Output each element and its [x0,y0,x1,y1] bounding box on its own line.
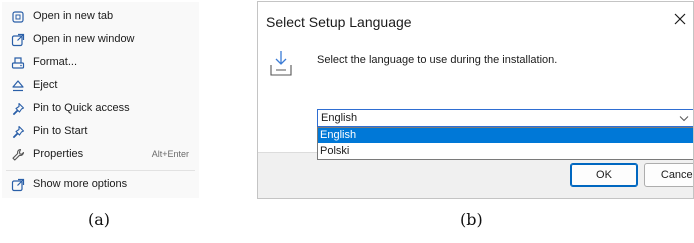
selected-language: English [321,112,358,124]
menu-item-show-more-options[interactable]: Show more options [2,174,199,196]
ok-button[interactable]: OK [570,163,638,187]
menu-divider [6,170,195,171]
menu-item-label: Pin to Start [33,125,88,137]
format-drive-icon [11,56,25,70]
pin-icon [11,125,25,139]
setup-language-dialog: Select Setup Language Select the languag… [257,1,694,199]
open-new-tab-icon [11,10,25,24]
option-label: English [320,129,357,141]
menu-item-pin-quick-access[interactable]: Pin to Quick access [2,98,199,120]
menu-item-eject[interactable]: Eject [2,75,199,97]
open-new-window-icon [11,33,25,47]
menu-item-label: Open in new window [33,33,135,45]
menu-item-properties[interactable]: Properties Alt+Enter [2,144,199,166]
language-dropdown-list: English Polski [317,127,693,160]
menu-item-format[interactable]: Format... [2,52,199,74]
menu-item-label: Pin to Quick access [33,102,130,114]
wrench-icon [11,148,25,162]
menu-item-open-new-tab[interactable]: Open in new tab [2,6,199,28]
caption-b: (b) [460,210,483,229]
menu-item-label: Open in new tab [33,10,114,22]
menu-item-label: Show more options [33,178,128,190]
menu-item-label: Eject [33,79,58,91]
menu-item-label: Format... [33,56,78,68]
dialog-message: Select the language to use during the in… [317,54,558,66]
context-menu: Open in new tab Open in new window Forma… [2,2,199,198]
language-option-polski[interactable]: Polski [318,144,693,159]
language-select[interactable]: English [317,109,693,127]
show-more-options-icon [11,178,25,192]
install-icon [268,50,294,78]
chevron-down-icon[interactable] [679,115,689,122]
menu-item-open-new-window[interactable]: Open in new window [2,29,199,51]
caption-a: (a) [88,210,111,229]
pin-icon [11,102,25,116]
eject-icon [11,79,25,93]
menu-item-label: Properties [33,148,84,160]
cancel-button[interactable]: Cancel [644,163,693,187]
language-option-english[interactable]: English [318,128,693,143]
menu-item-pin-start[interactable]: Pin to Start [2,121,199,143]
option-label: Polski [320,145,350,157]
shortcut-hint: Alt+Enter [151,149,189,159]
dialog-title: Select Setup Language [266,14,412,30]
title-bar[interactable]: Select Setup Language [258,2,693,40]
close-icon[interactable] [673,12,693,32]
